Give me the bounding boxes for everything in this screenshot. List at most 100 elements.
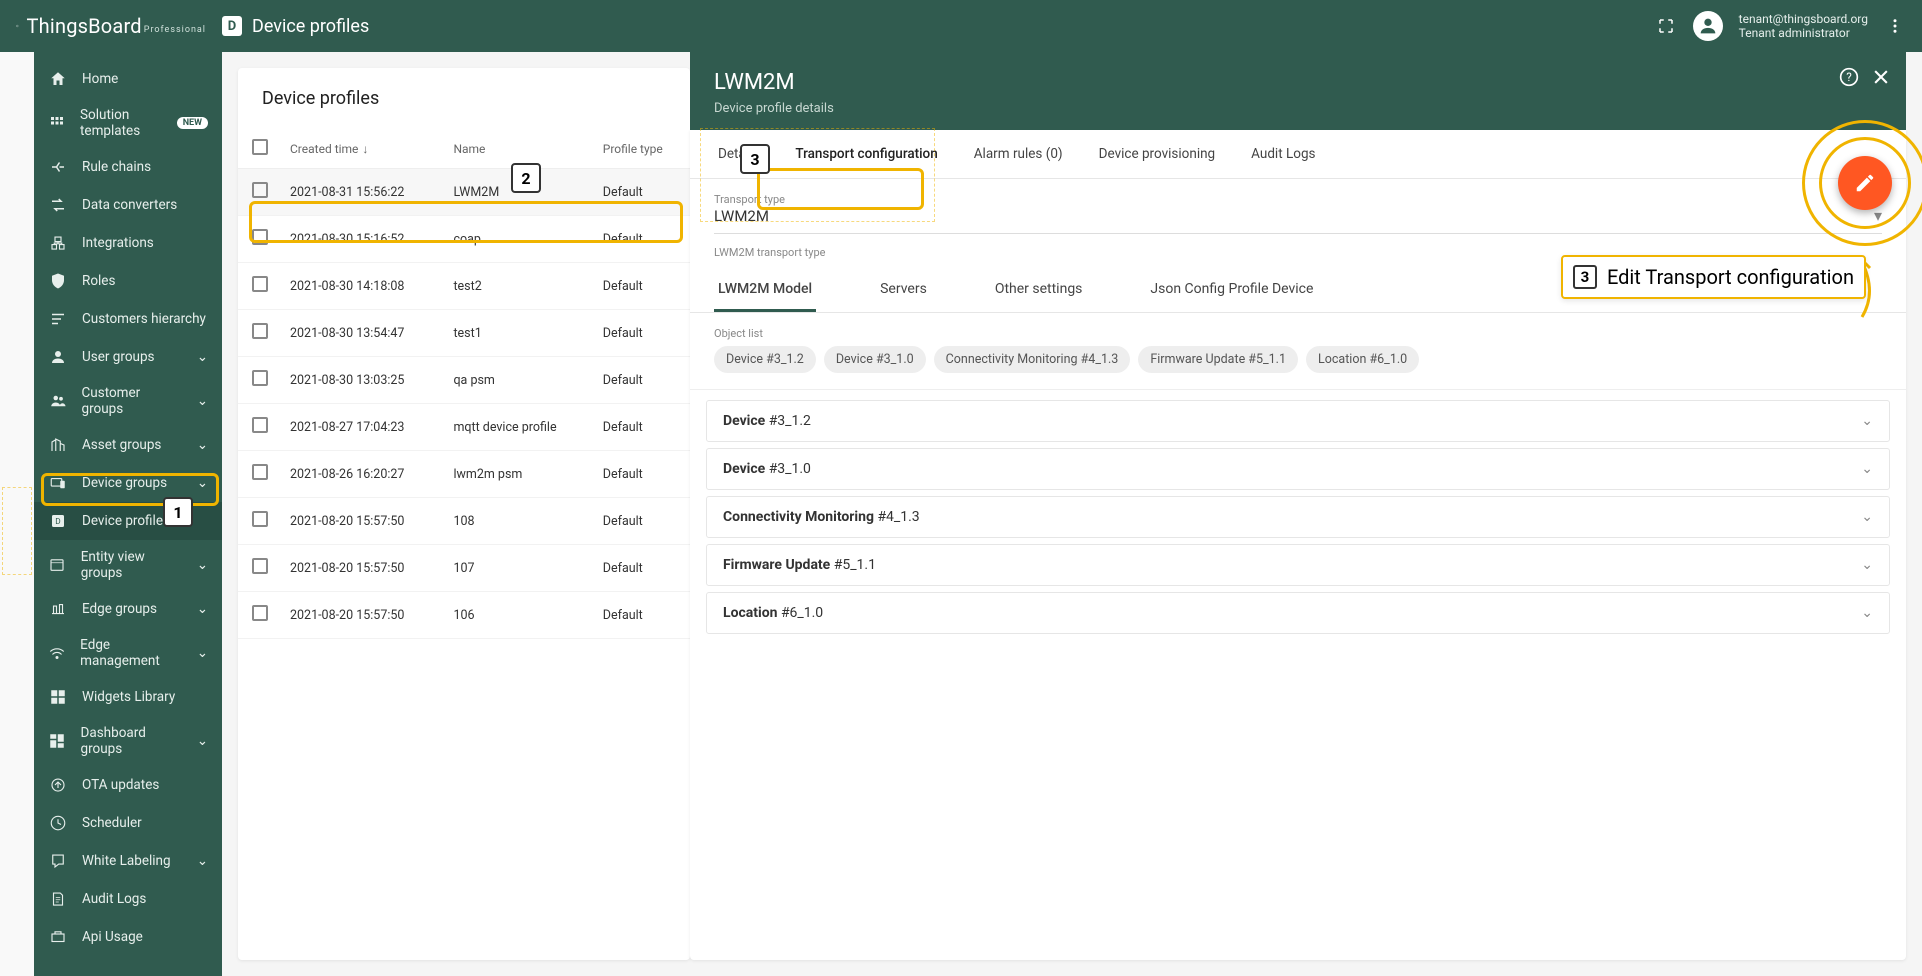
logo[interactable]: ThingsBoard Professional — [0, 12, 222, 40]
sidebar-item-data-converters[interactable]: Data converters — [34, 186, 222, 224]
sidebar-item-device-groups[interactable]: Device groups⌄ — [34, 464, 222, 502]
col-name[interactable]: Name — [445, 129, 594, 169]
avatar-icon[interactable] — [1693, 11, 1723, 41]
object-chip[interactable]: Device #3_1.2 — [714, 346, 816, 373]
sidebar-item-dashboard-groups[interactable]: Dashboard groups⌄ — [34, 716, 222, 766]
row-checkbox[interactable] — [252, 605, 268, 621]
row-checkbox[interactable] — [252, 276, 268, 292]
row-checkbox[interactable] — [252, 464, 268, 480]
sort-desc-icon: ↓ — [362, 142, 368, 156]
cell-time: 2021-08-31 15:56:22 — [282, 169, 445, 216]
brand-edition: Professional — [144, 25, 206, 35]
row-checkbox[interactable] — [252, 417, 268, 433]
tab-details[interactable]: Details — [714, 130, 763, 178]
tab-alarm-rules-[interactable]: Alarm rules (0) — [970, 130, 1067, 178]
sidebar-item-edge-groups[interactable]: Edge groups⌄ — [34, 590, 222, 628]
chevron-down-icon: ⌄ — [197, 475, 208, 491]
sidebar-item-roles[interactable]: Roles — [34, 262, 222, 300]
user-icon — [48, 347, 68, 367]
row-checkbox[interactable] — [252, 370, 268, 386]
table-row[interactable]: 2021-08-30 13:54:47test1Default — [238, 310, 690, 357]
tab-audit-logs[interactable]: Audit Logs — [1247, 130, 1319, 178]
sidebar-item-scheduler[interactable]: Scheduler — [34, 804, 222, 842]
object-chip[interactable]: Device #3_1.0 — [824, 346, 926, 373]
more-icon[interactable] — [1884, 15, 1906, 37]
object-accordion: Device #3_1.2⌄ Device #3_1.0⌄ Connectivity… — [690, 390, 1906, 650]
object-chip[interactable]: Location #6_1.0 — [1306, 346, 1419, 373]
cell-name: 106 — [445, 592, 594, 639]
tab-device-provisioning[interactable]: Device provisioning — [1095, 130, 1220, 178]
row-checkbox[interactable] — [252, 511, 268, 527]
table-row[interactable]: 2021-08-26 16:20:27lwm2m psmDefault — [238, 451, 690, 498]
sidebar-item-widgets-library[interactable]: Widgets Library — [34, 678, 222, 716]
sidebar-item-audit-logs[interactable]: Audit Logs — [34, 880, 222, 918]
row-checkbox[interactable] — [252, 229, 268, 245]
table-row[interactable]: 2021-08-27 17:04:23mqtt device profileDe… — [238, 404, 690, 451]
object-list-label: Object list — [690, 313, 1906, 346]
table-row[interactable]: 2021-08-30 15:16:52coapDefault — [238, 216, 690, 263]
cell-type: Default — [595, 263, 690, 310]
entity-icon — [48, 555, 67, 575]
sidebar-item-solution-templates[interactable]: Solution templatesNEW — [34, 98, 222, 148]
row-checkbox[interactable] — [252, 182, 268, 198]
sidebar-item-integrations[interactable]: Integrations — [34, 224, 222, 262]
sidebar-item-customers-hierarchy[interactable]: Customers hierarchy — [34, 300, 222, 338]
sidebar: HomeSolution templatesNEWRule chainsData… — [0, 52, 222, 976]
table-row[interactable]: 2021-08-30 14:18:08test2Default — [238, 263, 690, 310]
home-icon — [48, 69, 68, 89]
cell-type: Default — [595, 592, 690, 639]
subtab-lwm-m-model[interactable]: LWM2M Model — [714, 269, 816, 312]
chevron-down-icon: ⌄ — [197, 557, 208, 573]
tab-transport-configuration[interactable]: Transport configuration — [791, 130, 941, 178]
cell-time: 2021-08-30 13:54:47 — [282, 310, 445, 357]
sidebar-item-white-labeling[interactable]: White Labeling⌄ — [34, 842, 222, 880]
object-chip[interactable]: Firmware Update #5_1.1 — [1138, 346, 1298, 373]
sidebar-item-device-profiles[interactable]: DDevice profiles — [34, 502, 222, 540]
subtab-servers[interactable]: Servers — [876, 269, 931, 312]
dropdown-icon[interactable]: ▾ — [1874, 206, 1882, 225]
topbar: ThingsBoard Professional D Device profil… — [0, 0, 1922, 52]
sidebar-item-edge-management[interactable]: Edge management⌄ — [34, 628, 222, 678]
select-all-checkbox[interactable] — [252, 139, 268, 155]
subtab-json-config-profile-device[interactable]: Json Config Profile Device — [1146, 269, 1317, 312]
row-checkbox[interactable] — [252, 323, 268, 339]
sidebar-item-label: Customers hierarchy — [82, 311, 206, 327]
col-created[interactable]: Created time↓ — [282, 129, 445, 169]
accordion-item[interactable]: Firmware Update #5_1.1⌄ — [706, 544, 1890, 586]
help-icon[interactable]: ? — [1838, 66, 1860, 88]
edit-fab[interactable] — [1838, 156, 1892, 210]
sidebar-item-api-usage[interactable]: Api Usage — [34, 918, 222, 956]
col-type[interactable]: Profile type — [595, 129, 690, 169]
sidebar-item-entity-view-groups[interactable]: Entity view groups⌄ — [34, 540, 222, 590]
sidebar-item-home[interactable]: Home — [34, 60, 222, 98]
user-role: Tenant administrator — [1739, 26, 1868, 40]
sidebar-item-label: Widgets Library — [82, 689, 175, 705]
sidebar-item-rule-chains[interactable]: Rule chains — [34, 148, 222, 186]
table-row[interactable]: 2021-08-20 15:57:50108Default — [238, 498, 690, 545]
user-email: tenant@thingsboard.org — [1739, 12, 1868, 26]
sidebar-item-customer-groups[interactable]: Customer groups⌄ — [34, 376, 222, 426]
accordion-item[interactable]: Device #3_1.2⌄ — [706, 400, 1890, 442]
accordion-item[interactable]: Connectivity Monitoring #4_1.3⌄ — [706, 496, 1890, 538]
close-icon[interactable] — [1870, 66, 1892, 88]
fullscreen-icon[interactable] — [1655, 15, 1677, 37]
sched-icon — [48, 813, 68, 833]
object-chip[interactable]: Connectivity Monitoring #4_1.3 — [934, 346, 1131, 373]
table-row[interactable]: 2021-08-20 15:57:50106Default — [238, 592, 690, 639]
grid-icon — [48, 113, 66, 133]
table-row[interactable]: 2021-08-20 15:57:50107Default — [238, 545, 690, 592]
sidebar-item-label: OTA updates — [82, 777, 159, 793]
sidebar-item-user-groups[interactable]: User groups⌄ — [34, 338, 222, 376]
accordion-item[interactable]: Device #3_1.0⌄ — [706, 448, 1890, 490]
detail-tabs: Details Transport configuration Alarm rule… — [690, 130, 1906, 179]
accordion-item[interactable]: Location #6_1.0⌄ — [706, 592, 1890, 634]
table-row[interactable]: 2021-08-30 13:03:25qa psmDefault — [238, 357, 690, 404]
subtab-other-settings[interactable]: Other settings — [991, 269, 1087, 312]
object-chips: Device #3_1.2 Device #3_1.0 Connectivity M… — [690, 346, 1906, 390]
cell-time: 2021-08-20 15:57:50 — [282, 498, 445, 545]
row-checkbox[interactable] — [252, 558, 268, 574]
table-row[interactable]: 2021-08-31 15:56:22LWM2MDefault — [238, 169, 690, 216]
sidebar-item-ota-updates[interactable]: OTA updates — [34, 766, 222, 804]
cell-type: Default — [595, 545, 690, 592]
sidebar-item-asset-groups[interactable]: Asset groups⌄ — [34, 426, 222, 464]
